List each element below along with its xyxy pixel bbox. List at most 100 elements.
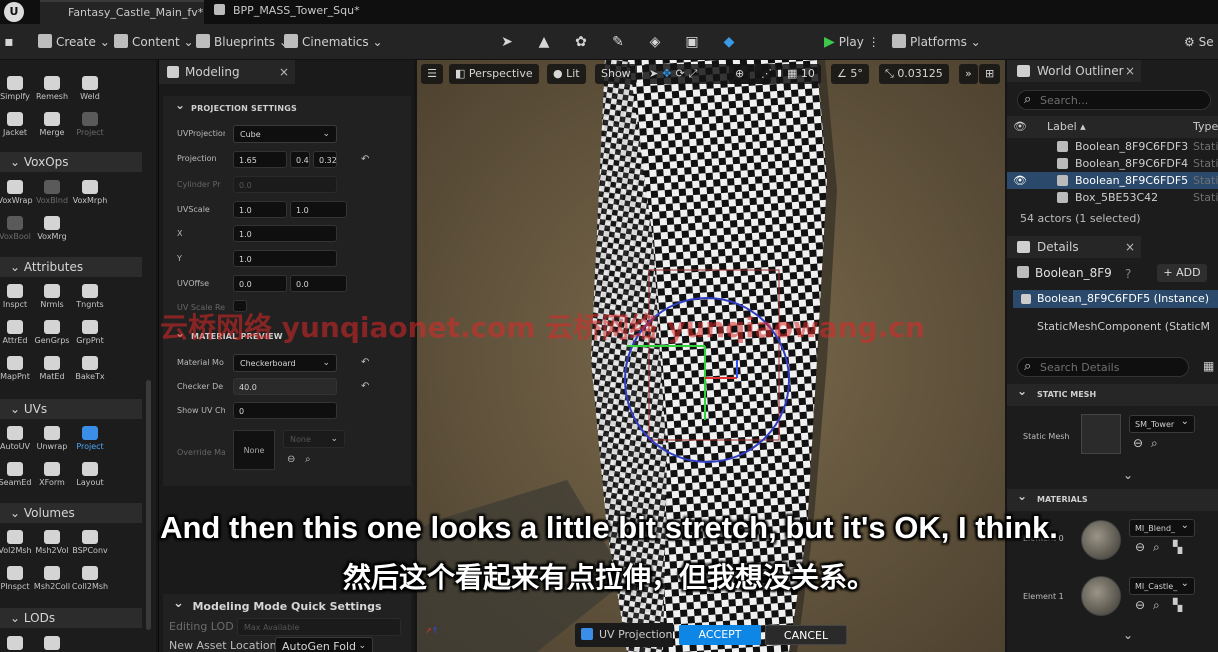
tool-nrmls[interactable]: Nrmls xyxy=(33,284,71,318)
scale-snap-button[interactable]: ⤡ 0.03125 xyxy=(879,64,949,84)
palette-section-lods[interactable]: ⌄ LODs xyxy=(0,608,142,628)
more-icon[interactable]: » xyxy=(959,64,978,84)
help-icon[interactable]: ? xyxy=(1125,267,1131,281)
table-row[interactable]: Box_5BE53C42 Static xyxy=(1007,189,1218,206)
save-icon[interactable]: ▪ xyxy=(0,33,18,51)
uvscale-x-field[interactable]: 1.0 xyxy=(233,201,287,218)
tool-lod-b[interactable] xyxy=(33,636,71,652)
mesh-paint-icon[interactable]: ✎ xyxy=(609,33,627,51)
uvoffset-x-field[interactable]: 0.0 xyxy=(233,275,287,292)
type-column-header[interactable]: Type xyxy=(1193,116,1218,138)
surface-snap-icon[interactable]: ⋰ xyxy=(755,64,778,84)
expand-chevron-icon[interactable]: ⌄ xyxy=(1123,628,1133,642)
world-local-icon[interactable]: ⊕ xyxy=(729,64,751,84)
view-options-icon[interactable]: ▦ xyxy=(1203,359,1214,373)
content-button[interactable]: Content ⌄ xyxy=(114,32,194,52)
search-icon[interactable]: ⌕ xyxy=(305,454,317,466)
tool-unwrap[interactable]: Unwrap xyxy=(33,426,71,460)
create-button[interactable]: Create ⌄ xyxy=(38,32,110,52)
reset-icon[interactable]: ↶ xyxy=(361,357,373,369)
outliner-search-input[interactable]: Search... xyxy=(1017,90,1211,110)
search-icon[interactable]: ⌕ xyxy=(1153,598,1160,613)
projection-y-field[interactable]: 0.41 xyxy=(290,151,310,168)
select-mode-icon[interactable]: ➤ xyxy=(498,33,516,51)
details-search-input[interactable]: Search Details xyxy=(1017,357,1189,377)
component-row[interactable]: StaticMeshComponent (StaticM xyxy=(1037,320,1218,333)
tool-weld[interactable]: Weld xyxy=(71,76,109,110)
checker-icon[interactable]: ▚ xyxy=(1173,598,1182,612)
world-outliner-tab[interactable]: World Outliner × xyxy=(1007,60,1141,82)
tool-grppnt[interactable]: GrpPnt xyxy=(71,320,109,354)
brush-edit-icon[interactable]: ▣ xyxy=(683,33,701,51)
section-projection-settings[interactable]: PROJECTION SETTINGS xyxy=(167,94,411,120)
search-icon[interactable]: ⌕ xyxy=(1151,436,1158,451)
table-row-selected[interactable]: 👁 Boolean_8F9C6FDF5 Static xyxy=(1007,172,1218,189)
tool-merge[interactable]: Merge xyxy=(33,112,71,146)
tool-seamed[interactable]: SeamEd xyxy=(0,462,34,496)
platforms-button[interactable]: Platforms ⌄ xyxy=(892,32,981,52)
accept-button[interactable]: ACCEPT xyxy=(679,625,761,645)
tool-project-mesh[interactable]: Project xyxy=(71,112,109,146)
visibility-icon[interactable]: 👁 xyxy=(1013,116,1027,138)
fracture-mode-icon[interactable]: ◈ xyxy=(646,33,664,51)
details-tab[interactable]: Details × xyxy=(1007,236,1141,258)
section-materials[interactable]: MATERIALS xyxy=(1007,485,1218,511)
tool-attred[interactable]: AttrEd xyxy=(0,320,34,354)
blueprints-button[interactable]: Blueprints ⌄ xyxy=(196,32,289,52)
reset-icon[interactable]: ↶ xyxy=(361,381,373,393)
table-row[interactable]: Boolean_8F9C6FDF3 Static xyxy=(1007,138,1218,155)
tool-uv-project[interactable]: Project xyxy=(71,426,109,460)
static-mesh-combo[interactable]: SM_Tower xyxy=(1129,413,1195,433)
quick-settings-header[interactable]: Modeling Mode Quick Settings xyxy=(163,596,411,613)
tool-voxwrap[interactable]: VoxWrap xyxy=(0,180,34,214)
tool-xform[interactable]: XForm xyxy=(33,462,71,496)
label-column-header[interactable]: Label ▴ xyxy=(1047,116,1086,138)
palette-section-uvs[interactable]: ⌄ UVs xyxy=(0,399,142,419)
settings-button[interactable]: ⚙ Se xyxy=(1184,32,1214,52)
close-icon[interactable]: × xyxy=(1125,236,1135,258)
tab-bpp-mass-tower[interactable]: BPP_MASS_Tower_Squ* xyxy=(206,0,376,24)
projection-z-field[interactable]: 0.32 xyxy=(313,151,337,168)
grid-snap-button[interactable]: ▦ 10 xyxy=(781,64,821,84)
scale-y-field[interactable]: 1.0 xyxy=(233,250,337,267)
browse-back-icon[interactable]: ⊖ xyxy=(1135,598,1145,612)
static-mesh-thumbnail[interactable] xyxy=(1081,414,1121,454)
palette-section-attributes[interactable]: ⌄ Attributes xyxy=(0,257,142,277)
tab-fantasy-castle[interactable]: Fantasy_Castle_Main_fv* xyxy=(40,0,204,24)
new-asset-location-combo[interactable]: AutoGen Fold ⌄ xyxy=(275,637,373,652)
material-mode-combo[interactable]: Checkerboard ⌄ xyxy=(233,354,337,372)
tool-autouv[interactable]: AutoUV xyxy=(0,426,34,460)
tool-voxblnd[interactable]: VoxBlnd xyxy=(33,180,71,214)
show-button[interactable]: Show xyxy=(595,64,637,84)
close-icon[interactable]: × xyxy=(1125,60,1135,82)
browse-back-icon[interactable]: ⊖ xyxy=(1133,436,1143,450)
unreal-logo-icon[interactable]: U xyxy=(4,2,24,22)
palette-section-voxops[interactable]: ⌄ VoxOps xyxy=(0,152,142,172)
tool-jacket[interactable]: Jacket xyxy=(0,112,34,146)
lit-button[interactable]: ● Lit xyxy=(547,64,586,84)
uvscale-y-field[interactable]: 1.0 xyxy=(290,201,347,218)
cylinder-field[interactable]: 0.0 xyxy=(233,176,337,193)
tool-voxmrph[interactable]: VoxMrph xyxy=(71,180,109,214)
expand-chevron-icon[interactable]: ⌄ xyxy=(1123,468,1133,482)
override-material-thumbnail[interactable]: None xyxy=(233,430,275,470)
tool-remesh[interactable]: Remesh xyxy=(33,76,71,110)
rotation-snap-button[interactable]: ∠ 5° xyxy=(831,64,869,84)
uvoffset-y-field[interactable]: 0.0 xyxy=(290,275,347,292)
tool-voxbool[interactable]: VoxBool xyxy=(0,216,34,250)
maximize-icon[interactable]: ⊞ xyxy=(979,64,1001,84)
cinematics-button[interactable]: Cinematics ⌄ xyxy=(284,32,383,52)
tool-tngnts[interactable]: Tngnts xyxy=(71,284,109,318)
tool-inspct[interactable]: Inspct xyxy=(0,284,34,318)
uv-projection-combo[interactable]: Cube ⌄ xyxy=(233,125,337,143)
tool-baketx[interactable]: BakeTx xyxy=(71,356,109,390)
visibility-icon[interactable]: 👁 xyxy=(1013,172,1027,189)
viewport-menu-icon[interactable]: ☰ xyxy=(421,64,443,84)
scale-x-field[interactable]: 1.0 xyxy=(233,225,337,242)
foliage-mode-icon[interactable]: ✿ xyxy=(572,33,590,51)
checker-density-field[interactable]: 40.0 xyxy=(233,378,337,395)
cancel-button[interactable]: CANCEL xyxy=(765,625,847,645)
tool-layout[interactable]: Layout xyxy=(71,462,109,496)
play-button[interactable]: ▶ Play ⋮ xyxy=(824,32,880,52)
tool-lod-a[interactable] xyxy=(0,636,34,652)
